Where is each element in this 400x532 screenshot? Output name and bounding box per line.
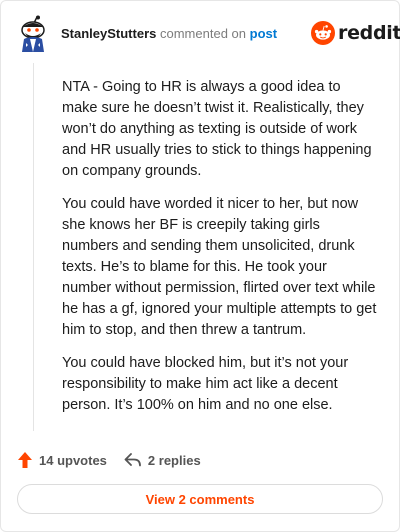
upvote-arrow-icon <box>18 452 32 468</box>
comment-paragraph: NTA - Going to HR is always a good idea … <box>62 79 372 179</box>
reply-button[interactable]: 2 replies <box>124 452 201 468</box>
comment-header: StanleyStutters commented on post reddit <box>1 1 400 65</box>
comment-body: NTA - Going to HR is always a good idea … <box>62 77 378 428</box>
commented-on-text: commented on <box>160 26 246 41</box>
view-comments-button[interactable]: View 2 comments <box>17 484 383 514</box>
reddit-wordmark: reddit <box>338 22 400 44</box>
reply-count: 2 replies <box>147 452 201 468</box>
reply-arrow-icon <box>124 453 141 467</box>
comment-actions: 14 upvotes 2 replies <box>17 449 201 471</box>
upvote-button[interactable]: 14 upvotes <box>17 451 107 469</box>
snoo-avatar-icon <box>21 15 45 52</box>
comment-card: StanleyStutters commented on post reddit… <box>0 0 400 532</box>
username[interactable]: StanleyStutters <box>61 26 156 41</box>
upvote-count: 14 upvotes <box>39 452 107 468</box>
thread-line <box>33 63 34 431</box>
reddit-snoo-logo-icon <box>311 21 335 45</box>
user-avatar[interactable] <box>17 15 49 53</box>
comment-paragraph: You could have blocked him, but it’s not… <box>62 355 349 413</box>
comment-paragraph: You could have worded it nicer to her, b… <box>62 196 377 338</box>
post-link[interactable]: post <box>250 26 277 41</box>
reddit-logo[interactable]: reddit <box>311 19 400 47</box>
comment-meta: StanleyStutters commented on post <box>61 26 277 42</box>
